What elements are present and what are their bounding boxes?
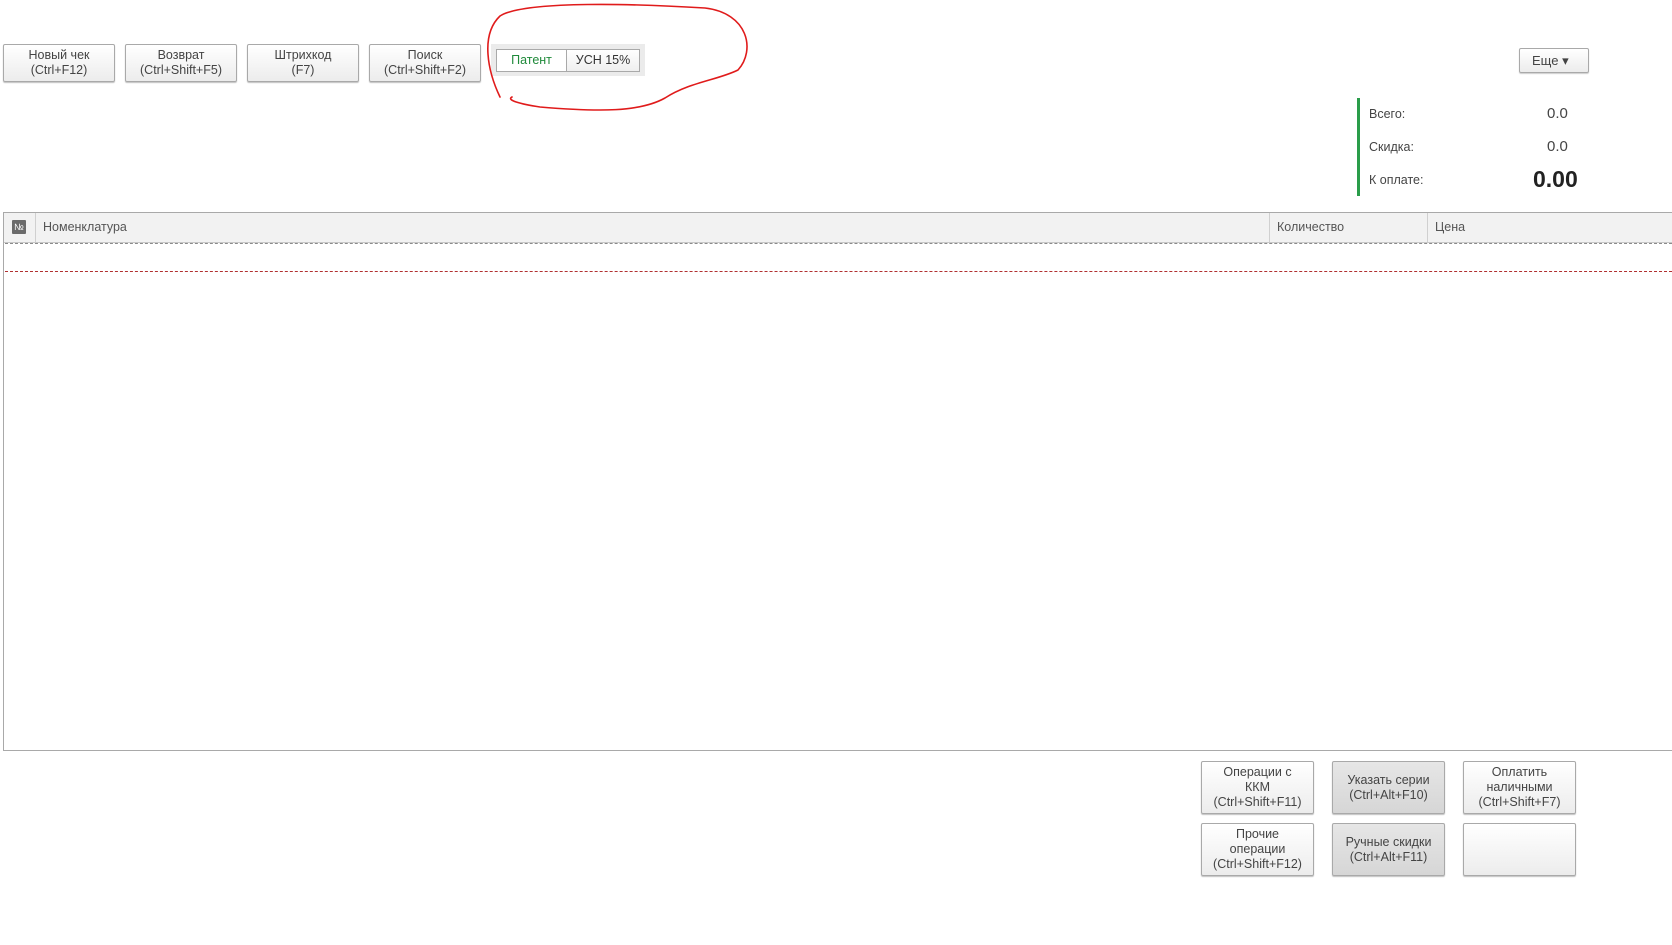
total-label: Всего:: [1369, 107, 1406, 121]
return-button[interactable]: Возврат (Ctrl+Shift+F5): [125, 44, 237, 82]
table-row[interactable]: [5, 243, 1672, 272]
total-value: 0.0: [1547, 105, 1568, 122]
number-icon: №: [12, 220, 26, 234]
column-quantity[interactable]: Количество: [1269, 213, 1427, 242]
manual-discounts-button[interactable]: Ручные скидки (Ctrl+Alt+F11): [1332, 823, 1445, 876]
search-button[interactable]: Поиск (Ctrl+Shift+F2): [369, 44, 481, 82]
more-button[interactable]: Еще ▾: [1519, 48, 1589, 73]
tax-system-switch: Патент УСН 15%: [491, 44, 645, 76]
tax-option-patent[interactable]: Патент: [496, 49, 567, 72]
receipt-items-table[interactable]: № Номенклатура Количество Цена: [3, 212, 1672, 751]
column-number[interactable]: №: [4, 213, 35, 242]
payable-label: К оплате:: [1369, 173, 1424, 187]
totals-accent-bar: [1357, 98, 1360, 196]
payable-value: 0.00: [1533, 166, 1578, 192]
barcode-button[interactable]: Штрихкод (F7): [247, 44, 359, 82]
tax-option-usn[interactable]: УСН 15%: [566, 49, 640, 72]
other-operations-button[interactable]: Прочие операции (Ctrl+Shift+F12): [1201, 823, 1314, 876]
discount-label: Скидка:: [1369, 140, 1414, 154]
kkm-operations-button[interactable]: Операции с ККМ (Ctrl+Shift+F11): [1201, 761, 1314, 814]
column-nomenclature[interactable]: Номенклатура: [35, 213, 1269, 242]
pay-cash-button[interactable]: Оплатить наличными (Ctrl+Shift+F7): [1463, 761, 1576, 814]
discount-value: 0.0: [1547, 138, 1568, 155]
table-header: № Номенклатура Количество Цена: [4, 213, 1672, 243]
column-price[interactable]: Цена: [1427, 213, 1672, 242]
specify-series-button[interactable]: Указать серии (Ctrl+Alt+F10): [1332, 761, 1445, 814]
new-receipt-button[interactable]: Новый чек (Ctrl+F12): [3, 44, 115, 82]
empty-action-button[interactable]: [1463, 823, 1576, 876]
